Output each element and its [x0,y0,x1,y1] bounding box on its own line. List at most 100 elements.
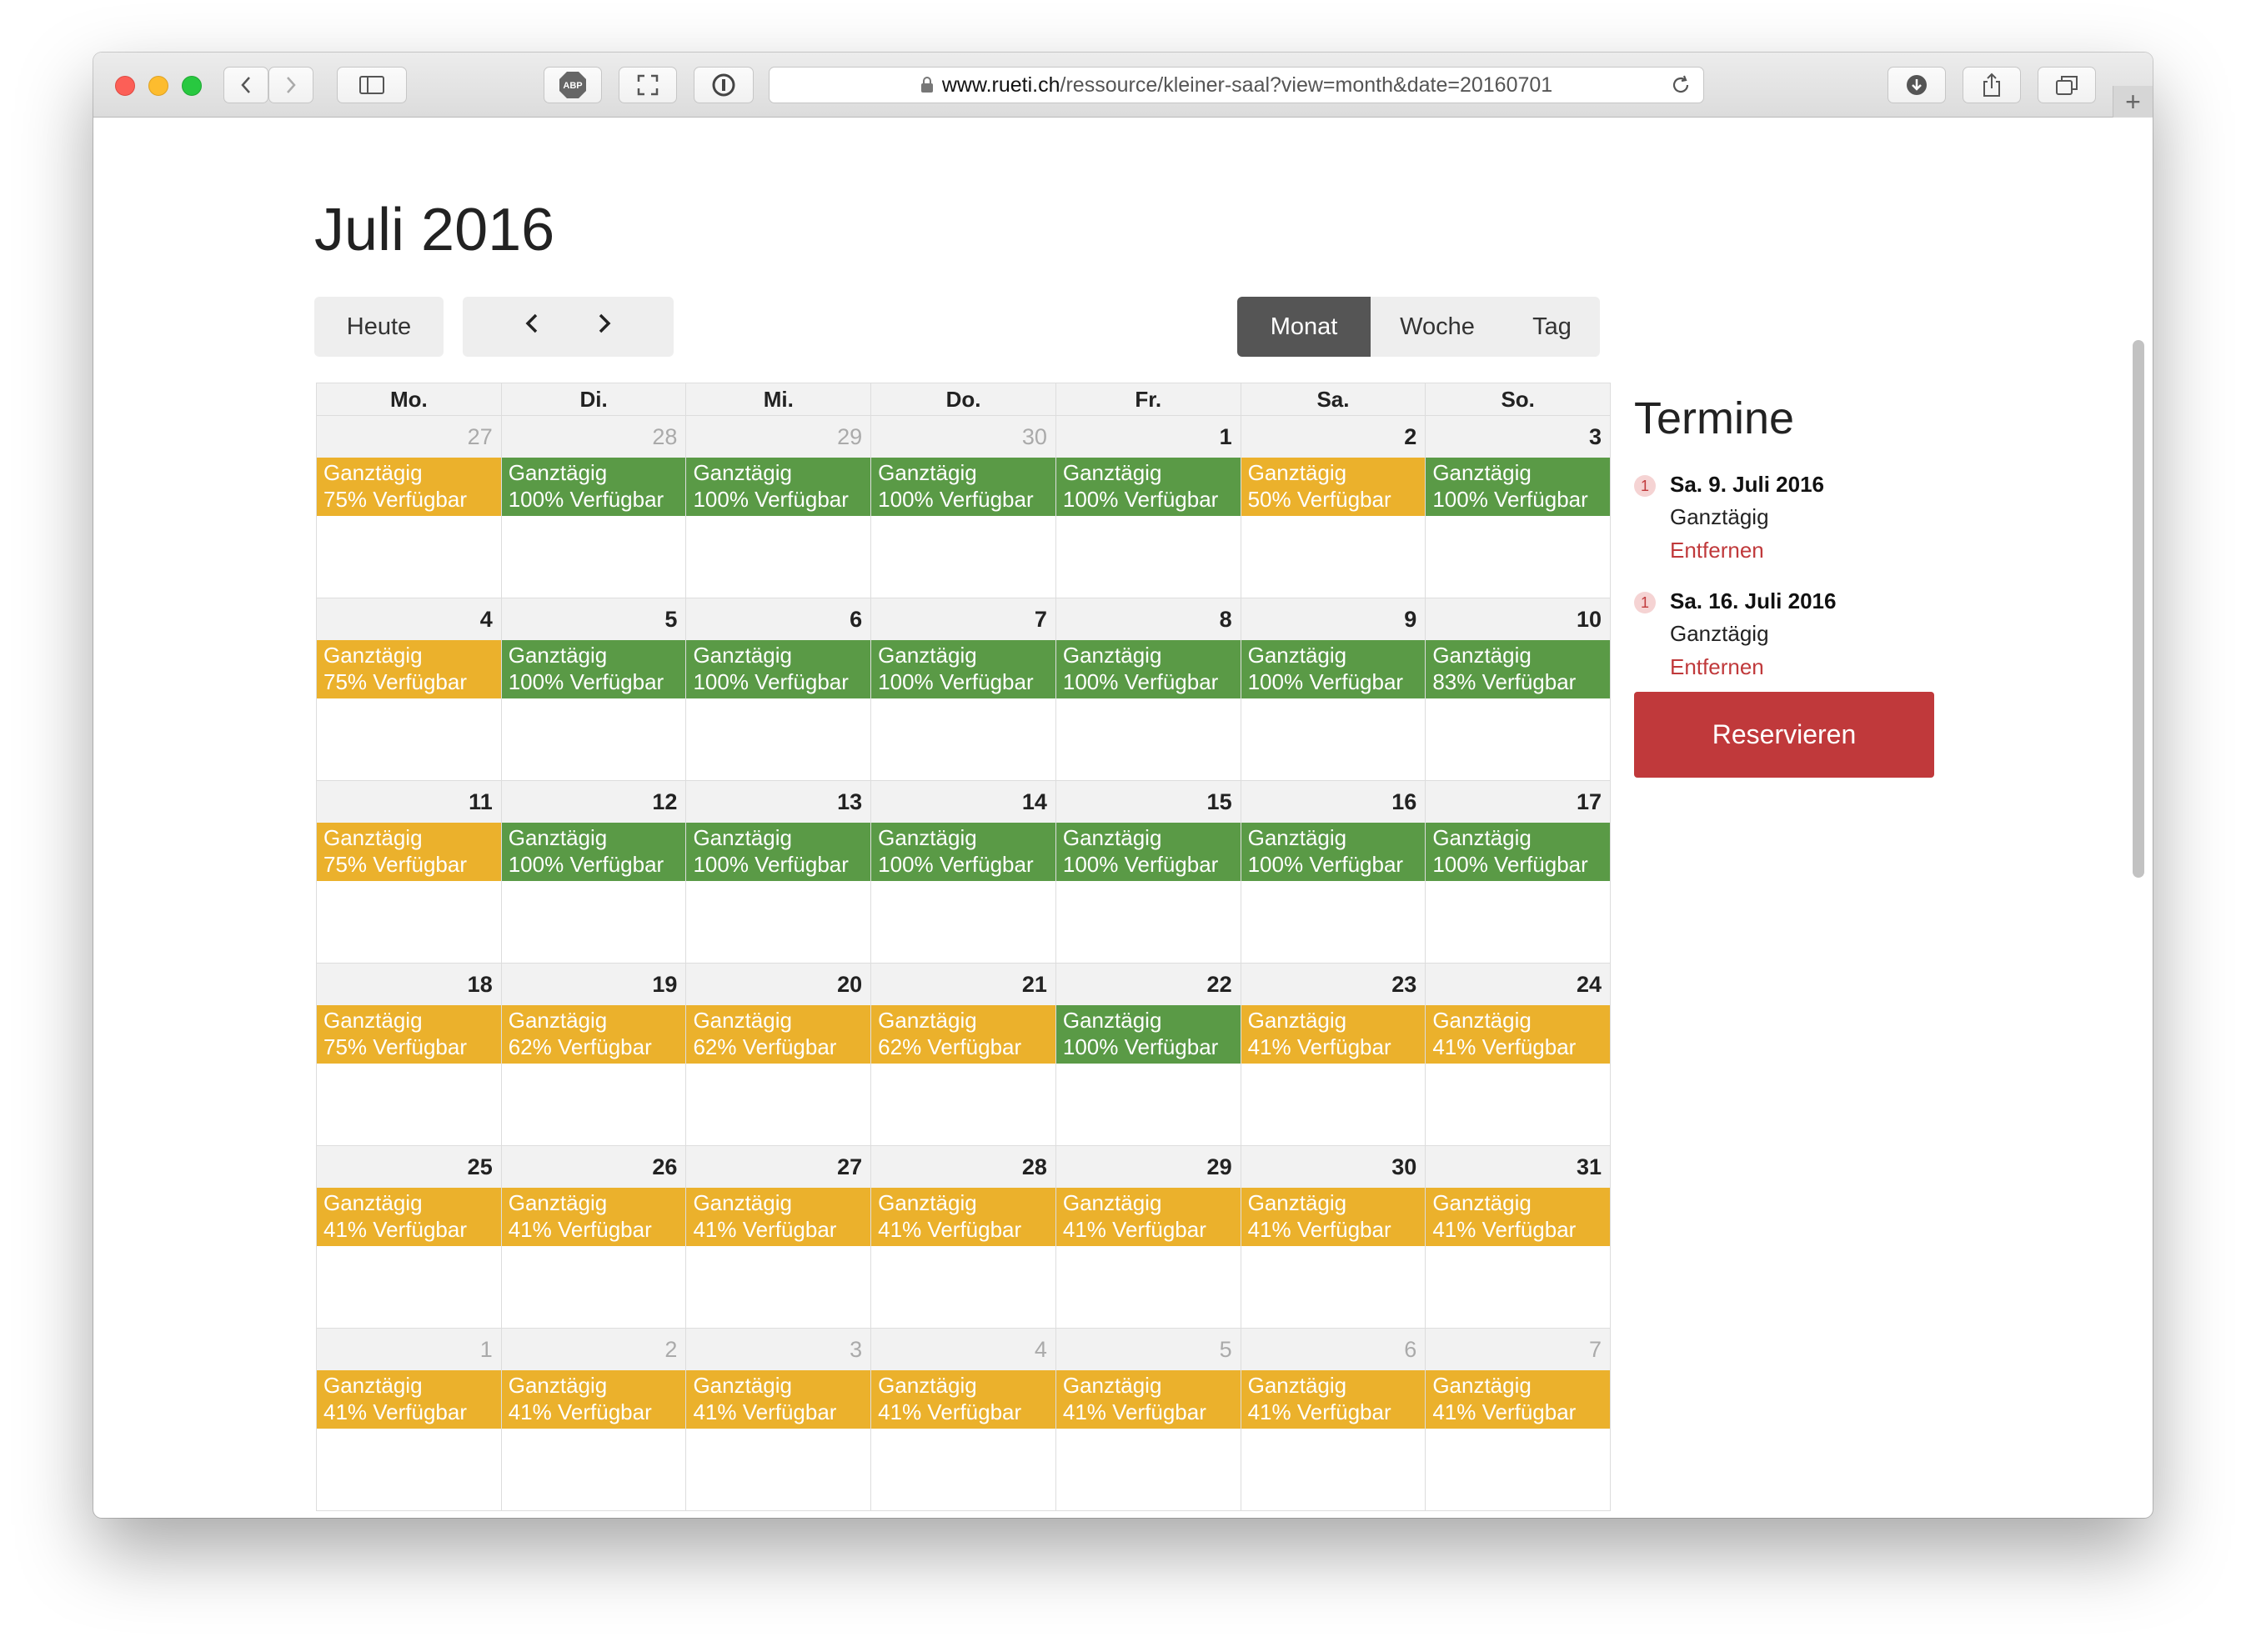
calendar-day-cell[interactable]: 3 Ganztägig 100% Verfügbar [1426,416,1611,598]
calendar-day-cell[interactable]: 26 Ganztägig 41% Verfügbar [501,1146,687,1328]
availability-event[interactable]: Ganztägig 100% Verfügbar [1055,458,1241,516]
availability-event[interactable]: Ganztägig 41% Verfügbar [501,1188,686,1246]
view-week-button[interactable]: Woche [1371,297,1504,357]
availability-event[interactable]: Ganztägig 100% Verfügbar [1241,640,1426,698]
calendar-day-cell[interactable]: 4 Ganztägig 41% Verfügbar [871,1329,1056,1510]
new-tab-button[interactable]: + [2113,86,2153,118]
availability-event[interactable]: Ganztägig 41% Verfügbar [1241,1370,1426,1429]
reserve-button[interactable]: Reservieren [1634,692,1934,778]
availability-event[interactable]: Ganztägig 62% Verfügbar [686,1005,871,1064]
calendar-day-cell[interactable]: 6 Ganztägig 41% Verfügbar [1241,1329,1426,1510]
calendar-day-cell[interactable]: 24 Ganztägig 41% Verfügbar [1426,964,1611,1145]
availability-event[interactable]: Ganztägig 62% Verfügbar [871,1005,1055,1064]
availability-event[interactable]: Ganztägig 41% Verfügbar [317,1188,501,1246]
calendar-day-cell[interactable]: 19 Ganztägig 62% Verfügbar [501,964,687,1145]
calendar-day-cell[interactable]: 7 Ganztägig 41% Verfügbar [1426,1329,1611,1510]
calendar-day-cell[interactable]: 28 Ganztägig 100% Verfügbar [501,416,687,598]
minimize-window-button[interactable] [148,76,168,96]
calendar-day-cell[interactable]: 16 Ganztägig 100% Verfügbar [1241,781,1426,963]
availability-event[interactable]: Ganztägig 100% Verfügbar [501,823,686,881]
availability-event[interactable]: Ganztägig 41% Verfügbar [1241,1005,1426,1064]
tabs-overview-button[interactable] [2038,67,2096,103]
calendar-day-cell[interactable]: 27 Ganztägig 41% Verfügbar [686,1146,872,1328]
next-month-button[interactable] [597,313,612,341]
calendar-day-cell[interactable]: 27 Ganztägig 75% Verfügbar [317,416,502,598]
view-day-button[interactable]: Tag [1504,297,1600,357]
availability-event[interactable]: Ganztägig 75% Verfügbar [317,458,501,516]
calendar-day-cell[interactable]: 30 Ganztägig 100% Verfügbar [871,416,1056,598]
calendar-day-cell[interactable]: 21 Ganztägig 62% Verfügbar [871,964,1056,1145]
availability-event[interactable]: Ganztägig 41% Verfügbar [686,1188,871,1246]
share-button[interactable] [1963,67,2021,103]
calendar-day-cell[interactable]: 29 Ganztägig 41% Verfügbar [1055,1146,1241,1328]
calendar-day-cell[interactable]: 18 Ganztägig 75% Verfügbar [317,964,502,1145]
reload-icon[interactable] [1670,74,1692,96]
calendar-day-cell[interactable]: 22 Ganztägig 100% Verfügbar [1055,964,1241,1145]
view-month-button[interactable]: Monat [1237,297,1371,357]
calendar-day-cell[interactable]: 2 Ganztägig 50% Verfügbar [1241,416,1426,598]
calendar-day-cell[interactable]: 7 Ganztägig 100% Verfügbar [871,598,1056,780]
calendar-day-cell[interactable]: 1 Ganztägig 100% Verfügbar [1055,416,1241,598]
close-window-button[interactable] [115,76,135,96]
calendar-day-cell[interactable]: 14 Ganztägig 100% Verfügbar [871,781,1056,963]
availability-event[interactable]: Ganztägig 100% Verfügbar [1426,458,1611,516]
availability-event[interactable]: Ganztägig 100% Verfügbar [501,458,686,516]
availability-event[interactable]: Ganztägig 41% Verfügbar [317,1370,501,1429]
availability-event[interactable]: Ganztägig 100% Verfügbar [686,823,871,881]
availability-event[interactable]: Ganztägig 41% Verfügbar [1426,1370,1611,1429]
calendar-day-cell[interactable]: 10 Ganztägig 83% Verfügbar [1426,598,1611,780]
calendar-day-cell[interactable]: 23 Ganztägig 41% Verfügbar [1241,964,1426,1145]
availability-event[interactable]: Ganztägig 100% Verfügbar [686,458,871,516]
calendar-day-cell[interactable]: 4 Ganztägig 75% Verfügbar [317,598,502,780]
calendar-day-cell[interactable]: 5 Ganztägig 41% Verfügbar [1055,1329,1241,1510]
vertical-scrollbar[interactable] [2133,340,2144,878]
remove-appointment-link[interactable]: Entfernen [1670,538,1764,563]
availability-event[interactable]: Ganztägig 50% Verfügbar [1241,458,1426,516]
calendar-day-cell[interactable]: 8 Ganztägig 100% Verfügbar [1055,598,1241,780]
availability-event[interactable]: Ganztägig 41% Verfügbar [1241,1188,1426,1246]
availability-event[interactable]: Ganztägig 41% Verfügbar [1426,1005,1611,1064]
zoom-window-button[interactable] [182,76,202,96]
calendar-day-cell[interactable]: 9 Ganztägig 100% Verfügbar [1241,598,1426,780]
availability-event[interactable]: Ganztägig 41% Verfügbar [871,1188,1055,1246]
availability-event[interactable]: Ganztägig 100% Verfügbar [871,458,1055,516]
availability-event[interactable]: Ganztägig 75% Verfügbar [317,1005,501,1064]
calendar-day-cell[interactable]: 1 Ganztägig 41% Verfügbar [317,1329,502,1510]
remove-appointment-link[interactable]: Entfernen [1670,654,1764,680]
availability-event[interactable]: Ganztägig 100% Verfügbar [1426,823,1611,881]
calendar-day-cell[interactable]: 3 Ganztägig 41% Verfügbar [686,1329,872,1510]
calendar-day-cell[interactable]: 6 Ganztägig 100% Verfügbar [686,598,872,780]
calendar-day-cell[interactable]: 17 Ganztägig 100% Verfügbar [1426,781,1611,963]
availability-event[interactable]: Ganztägig 41% Verfügbar [501,1370,686,1429]
availability-event[interactable]: Ganztägig 41% Verfügbar [1055,1188,1241,1246]
adblock-button[interactable]: ABP [544,67,602,103]
forward-button[interactable] [268,67,313,103]
calendar-day-cell[interactable]: 15 Ganztägig 100% Verfügbar [1055,781,1241,963]
availability-event[interactable]: Ganztägig 75% Verfügbar [317,823,501,881]
prev-month-button[interactable] [524,313,539,341]
calendar-day-cell[interactable]: 28 Ganztägig 41% Verfügbar [871,1146,1056,1328]
calendar-day-cell[interactable]: 30 Ganztägig 41% Verfügbar [1241,1146,1426,1328]
calendar-day-cell[interactable]: 29 Ganztägig 100% Verfügbar [686,416,872,598]
calendar-day-cell[interactable]: 5 Ganztägig 100% Verfügbar [501,598,687,780]
availability-event[interactable]: Ganztägig 100% Verfügbar [686,640,871,698]
availability-event[interactable]: Ganztägig 62% Verfügbar [501,1005,686,1064]
calendar-day-cell[interactable]: 2 Ganztägig 41% Verfügbar [501,1329,687,1510]
info-button[interactable] [694,67,754,103]
availability-event[interactable]: Ganztägig 100% Verfügbar [501,640,686,698]
fullscreen-button[interactable] [619,67,677,103]
availability-event[interactable]: Ganztägig 41% Verfügbar [1055,1370,1241,1429]
availability-event[interactable]: Ganztägig 100% Verfügbar [871,640,1055,698]
calendar-day-cell[interactable]: 20 Ganztägig 62% Verfügbar [686,964,872,1145]
calendar-day-cell[interactable]: 25 Ganztägig 41% Verfügbar [317,1146,502,1328]
availability-event[interactable]: Ganztägig 100% Verfügbar [1055,1005,1241,1064]
calendar-day-cell[interactable]: 31 Ganztägig 41% Verfügbar [1426,1146,1611,1328]
calendar-day-cell[interactable]: 11 Ganztägig 75% Verfügbar [317,781,502,963]
availability-event[interactable]: Ganztägig 41% Verfügbar [1426,1188,1611,1246]
calendar-day-cell[interactable]: 13 Ganztägig 100% Verfügbar [686,781,872,963]
calendar-day-cell[interactable]: 12 Ganztägig 100% Verfügbar [501,781,687,963]
back-button[interactable] [223,67,268,103]
availability-event[interactable]: Ganztägig 83% Verfügbar [1426,640,1611,698]
availability-event[interactable]: Ganztägig 100% Verfügbar [1241,823,1426,881]
downloads-button[interactable] [1888,67,1946,103]
